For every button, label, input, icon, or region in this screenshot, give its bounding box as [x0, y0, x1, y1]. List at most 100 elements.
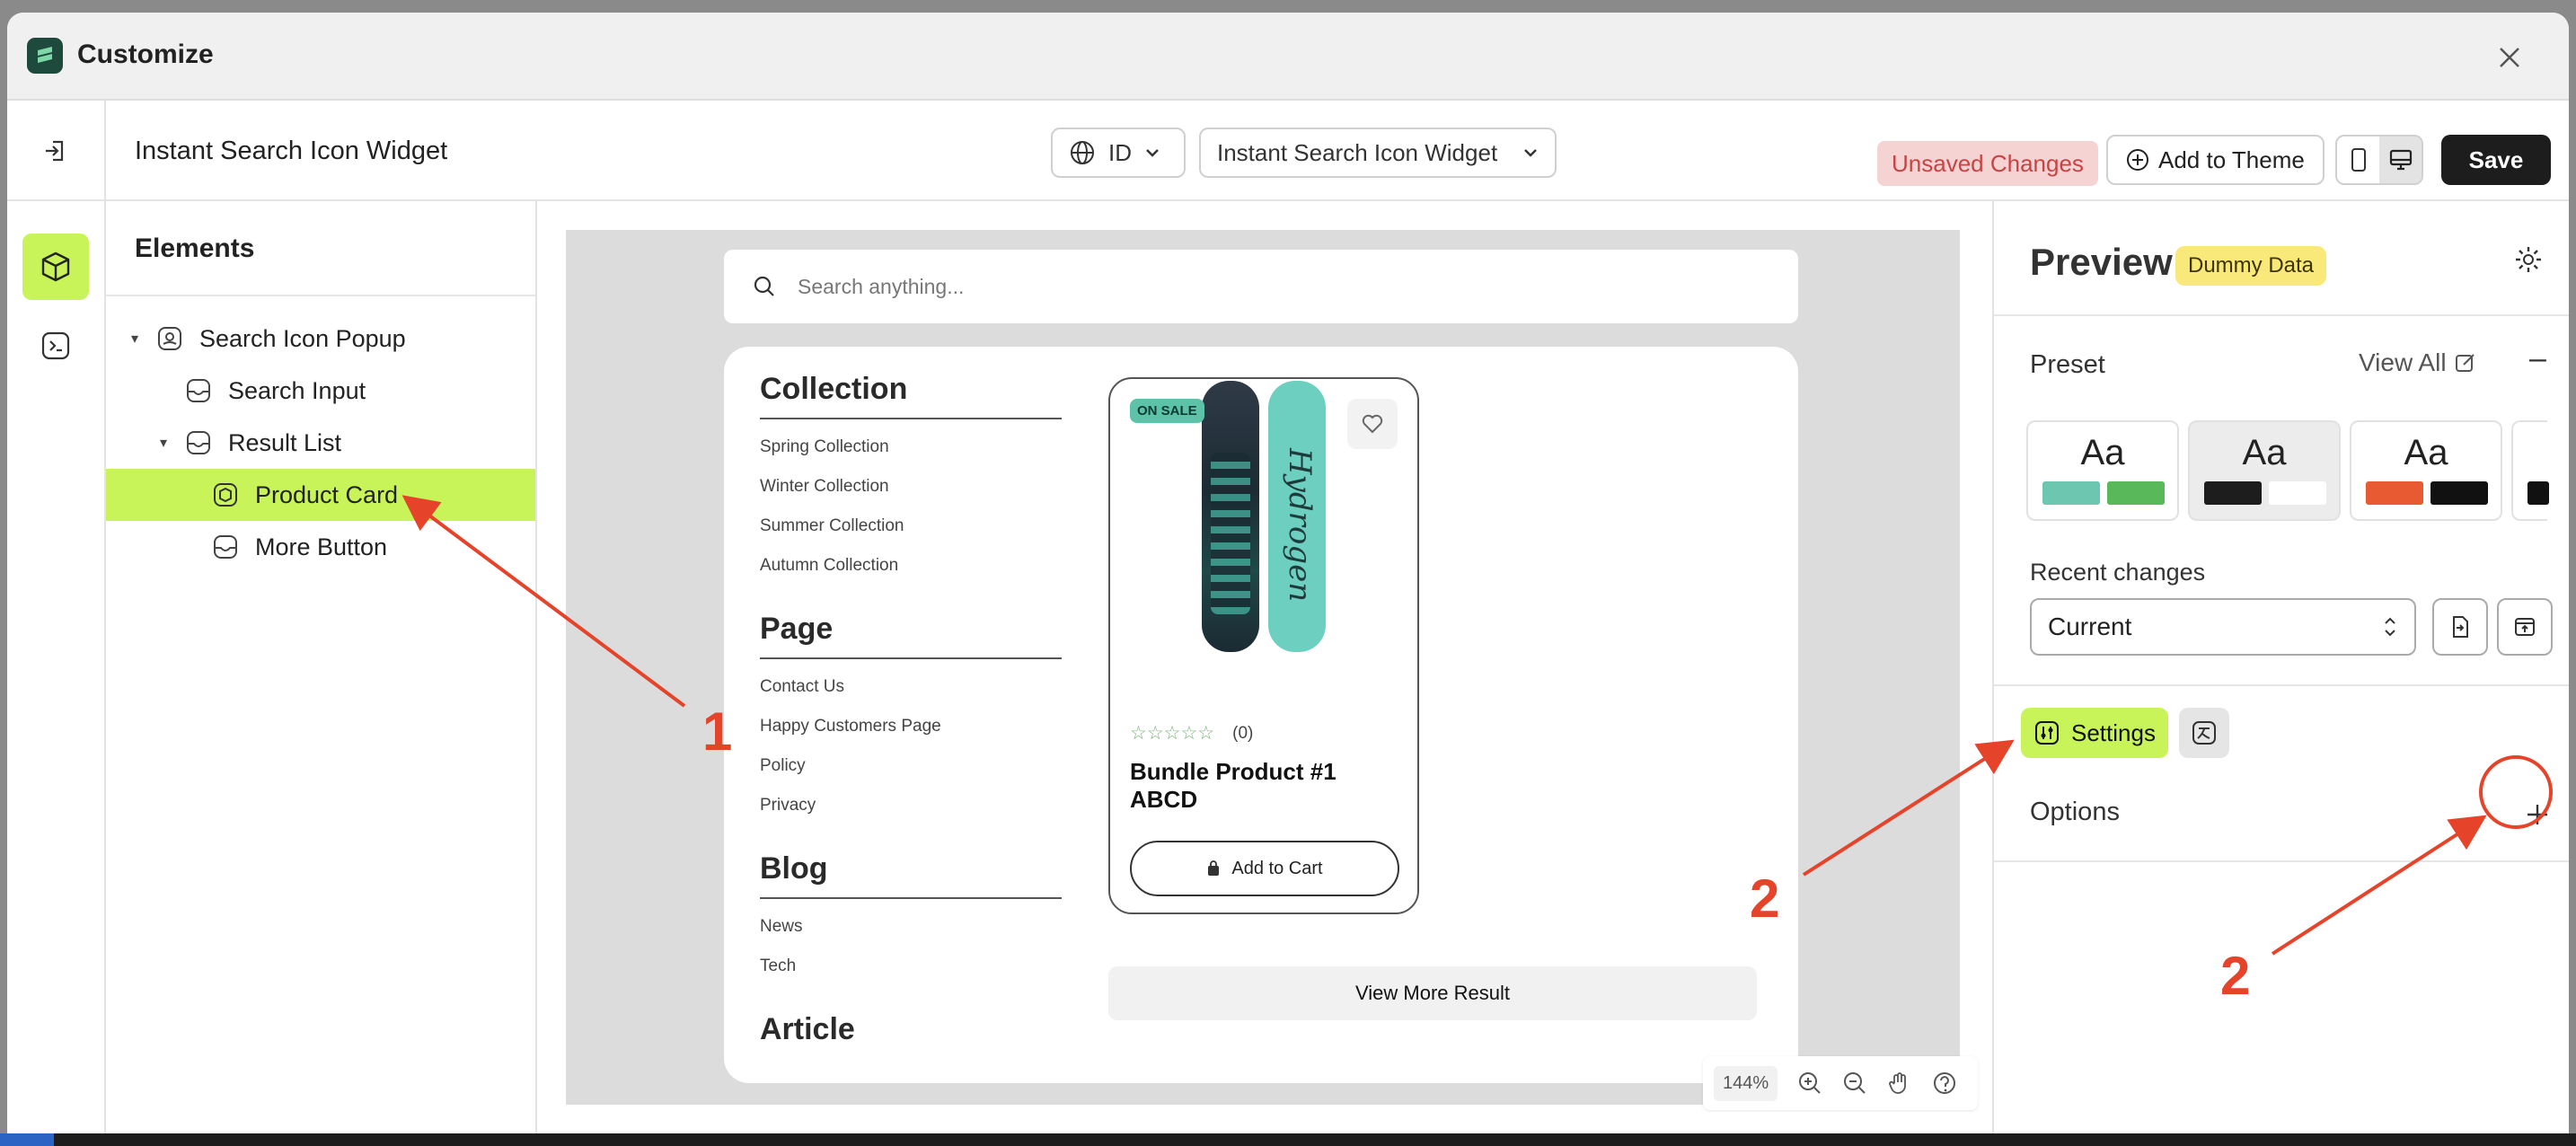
tab-settings[interactable]: Settings	[2021, 708, 2168, 758]
icon-rail	[7, 201, 106, 1133]
preset-swatch	[2366, 481, 2423, 505]
search-icon	[754, 276, 774, 296]
preset-label: Preset	[2030, 350, 2105, 379]
hand-icon[interactable]	[1887, 1071, 1912, 1096]
zoom-controls: 144%	[1703, 1056, 1978, 1110]
elements-title: Elements	[135, 234, 255, 263]
divider	[106, 295, 535, 296]
recent-changes-select[interactable]: Current	[2030, 598, 2416, 656]
dummy-data-badge: Dummy Data	[2175, 246, 2327, 286]
search-placeholder: Search anything...	[798, 274, 965, 298]
preset-swatch	[2042, 481, 2100, 505]
preset-card[interactable]	[2511, 420, 2549, 521]
caret-down-icon[interactable]: ▾	[160, 434, 174, 452]
desktop-view-icon[interactable]	[2379, 137, 2422, 183]
customize-window: Customize Instant Search Icon Widget ID …	[7, 13, 2569, 1133]
app-logo-icon	[27, 38, 63, 74]
tree-item-label: Search Input	[228, 376, 366, 404]
product-card[interactable]: Hydrogen ON SALE ☆☆☆☆☆ (0) Bundle Produc…	[1108, 377, 1419, 914]
annotation-number: 1	[702, 701, 733, 762]
category-link[interactable]: Privacy	[760, 796, 1062, 835]
review-count: (0)	[1232, 723, 1254, 743]
category-link[interactable]: Summer Collection	[760, 516, 1062, 556]
bag-icon	[1208, 860, 1220, 876]
language-value: ID	[1108, 138, 1132, 166]
category-link[interactable]: Winter Collection	[760, 477, 1062, 516]
heart-icon[interactable]	[1347, 399, 1398, 449]
tree-item-label: Product Card	[255, 480, 399, 508]
preset-sample: Aa	[2242, 433, 2287, 472]
tree-item-label: More Button	[255, 533, 388, 560]
search-popup: Collection Spring Collection Winter Coll…	[724, 347, 1798, 1083]
preset-card[interactable]: Aa	[2188, 420, 2341, 521]
add-to-cart-label: Add to Cart	[1231, 858, 1323, 878]
gear-icon[interactable]	[2513, 244, 2544, 275]
preset-card[interactable]: Aa	[2350, 420, 2502, 521]
close-icon[interactable]	[2492, 40, 2527, 75]
tree-item-result-list[interactable]: ▾ Result List	[106, 417, 535, 469]
add-option-icon[interactable]	[2522, 799, 2553, 830]
collapse-icon[interactable]: –	[2529, 341, 2546, 376]
mobile-view-icon[interactable]	[2337, 137, 2379, 183]
terminal-icon[interactable]	[22, 313, 89, 379]
zoom-level: 144%	[1714, 1065, 1778, 1101]
recent-changes-label: Recent changes	[2030, 559, 2206, 586]
category-link[interactable]: Autumn Collection	[760, 556, 1062, 595]
preset-swatch	[2430, 481, 2488, 505]
tree-item-search-input[interactable]: Search Input	[106, 365, 535, 417]
add-to-cart-button[interactable]: Add to Cart	[1130, 841, 1399, 896]
editor-toolbar: Instant Search Icon Widget ID Instant Se…	[7, 101, 2569, 201]
device-toggle	[2335, 135, 2423, 185]
zoom-out-icon[interactable]	[1842, 1071, 1867, 1096]
save-button[interactable]: Save	[2441, 135, 2551, 185]
widget-name: Instant Search Icon Widget	[135, 137, 448, 165]
language-selector[interactable]: ID	[1051, 128, 1186, 178]
taskbar-strip	[0, 1133, 2576, 1146]
caret-down-icon[interactable]: ▾	[131, 330, 146, 348]
product-title: Bundle Product #1 ABCD	[1130, 758, 1337, 813]
search-input[interactable]: Search anything...	[724, 250, 1798, 323]
add-to-theme-button[interactable]: Add to Theme	[2106, 135, 2325, 185]
category-link[interactable]: Happy Customers Page	[760, 717, 1062, 756]
category-link[interactable]: Contact Us	[760, 677, 1062, 717]
category-heading: Blog	[760, 851, 1062, 899]
edit-icon	[2455, 354, 2475, 372]
chevron-down-icon	[1146, 149, 1159, 157]
category-link[interactable]: Tech	[760, 956, 1062, 996]
on-sale-badge: ON SALE	[1130, 399, 1204, 423]
block-node-icon	[187, 379, 210, 402]
tree-item-search-icon-popup[interactable]: ▾ Search Icon Popup	[106, 313, 535, 365]
export-icon[interactable]	[2497, 598, 2553, 656]
preview-title: Preview	[2030, 241, 2173, 283]
annotation-number: 2	[2220, 946, 2251, 1006]
globe-icon	[1071, 141, 1094, 164]
exit-icon[interactable]	[7, 101, 106, 201]
cube-icon[interactable]	[22, 234, 89, 300]
product-image-board: Hydrogen	[1268, 381, 1326, 652]
chevron-up-down-icon	[2385, 617, 2395, 637]
rating: ☆☆☆☆☆ (0)	[1130, 722, 1253, 745]
plus-circle-icon	[2127, 149, 2148, 171]
view-more-button[interactable]: View More Result	[1108, 966, 1757, 1020]
block-node-icon	[187, 431, 210, 454]
category-column: Collection Spring Collection Winter Coll…	[760, 372, 1062, 1076]
category-link[interactable]: News	[760, 917, 1062, 956]
preset-card[interactable]: Aa	[2026, 420, 2179, 521]
category-link[interactable]: Policy	[760, 756, 1062, 796]
category-article: Article	[760, 1012, 1062, 1058]
annotation-number: 2	[1750, 868, 1780, 929]
category-link[interactable]: Spring Collection	[760, 437, 1062, 477]
help-icon[interactable]	[1932, 1071, 1957, 1096]
block-node-icon	[214, 535, 237, 559]
preview-panel: Preview Dummy Data Preset View All – Aa …	[1992, 201, 2569, 1133]
category-collection: Collection Spring Collection Winter Coll…	[760, 372, 1062, 595]
widget-selector[interactable]: Instant Search Icon Widget	[1199, 128, 1557, 178]
tree-item-more-button[interactable]: More Button	[106, 521, 535, 573]
import-icon[interactable]	[2432, 598, 2488, 656]
view-all-link[interactable]: View All	[2359, 348, 2477, 377]
tree-item-product-card[interactable]: Product Card	[106, 469, 535, 521]
tree-item-label: Search Icon Popup	[199, 324, 406, 352]
translate-icon[interactable]	[2179, 708, 2229, 758]
star-icons: ☆☆☆☆☆	[1130, 723, 1215, 744]
zoom-in-icon[interactable]	[1797, 1071, 1822, 1096]
